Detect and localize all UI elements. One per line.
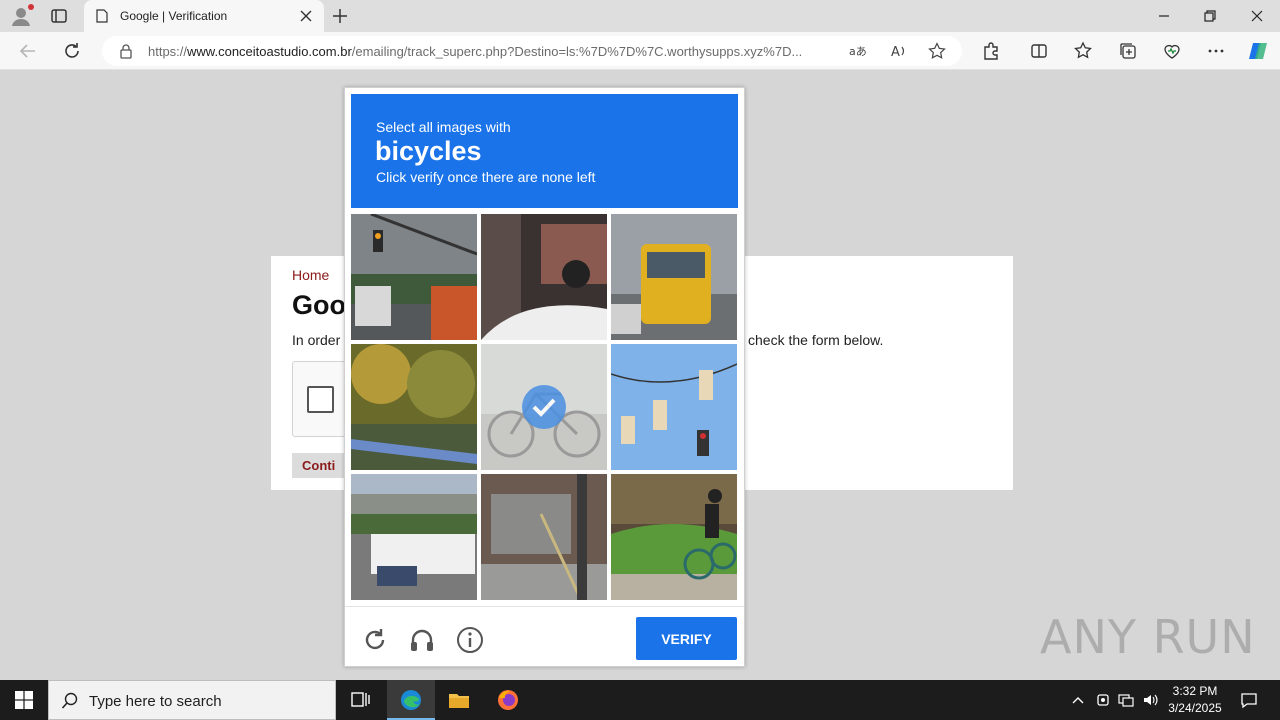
search-icon (61, 692, 78, 709)
page-title: Goo (292, 290, 346, 320)
security-tray-icon[interactable] (1095, 692, 1111, 708)
challenge-instruction: Click verify once there are none left (376, 169, 596, 185)
favorites-icon[interactable] (1074, 41, 1094, 61)
show-hidden-icons[interactable] (1070, 692, 1086, 708)
start-button[interactable] (0, 680, 48, 720)
captcha-tile-7[interactable] (351, 474, 477, 600)
volume-icon[interactable] (1142, 692, 1158, 708)
watermark-logo: ANY RUN (1040, 610, 1256, 664)
reload-icon[interactable] (361, 626, 389, 654)
selected-check-icon (522, 385, 566, 429)
active-tab[interactable]: Google | Verification (84, 0, 324, 32)
minimize-icon[interactable] (1156, 8, 1172, 24)
tab-actions-icon[interactable] (50, 7, 68, 25)
info-icon[interactable] (456, 626, 484, 654)
split-screen-icon[interactable] (1029, 41, 1049, 61)
browser-essentials-icon[interactable] (1162, 41, 1182, 61)
extensions-icon[interactable] (981, 41, 1001, 61)
taskbar-search[interactable]: Type here to search (48, 680, 336, 720)
captcha-tile-5[interactable] (481, 344, 607, 470)
copilot-icon[interactable] (1247, 40, 1269, 62)
notification-dot (28, 4, 34, 10)
firefox-icon (498, 690, 518, 710)
captcha-tile-1[interactable] (351, 214, 477, 340)
browser-toolbar: https://www.conceitoastudio.com.br/email… (0, 32, 1280, 70)
captcha-tile-3[interactable] (611, 214, 737, 340)
page-icon (96, 9, 108, 23)
file-explorer-button[interactable] (435, 680, 483, 720)
instruction-text-end: check the form below. (748, 332, 884, 348)
challenge-header: Select all images with bicycles Click ve… (351, 94, 738, 208)
challenge-prompt: Select all images with (376, 119, 511, 135)
back-icon[interactable] (18, 41, 38, 61)
clock-time: 3:32 PM (1172, 684, 1218, 698)
new-tab-icon[interactable] (332, 8, 348, 24)
folder-icon (449, 694, 469, 708)
svg-text:aあ: aあ (849, 45, 866, 58)
audio-challenge-icon[interactable] (408, 626, 436, 654)
edge-taskbar-button[interactable] (387, 680, 435, 720)
notifications-icon[interactable] (1240, 691, 1258, 709)
captcha-tile-2[interactable] (481, 214, 607, 340)
read-aloud-icon[interactable]: A (890, 42, 908, 60)
clock-date: 3/24/2025 (1168, 701, 1222, 715)
taskbar: Type here to search 3:32 PM 3/24/2025 (0, 680, 1280, 720)
task-view-icon (351, 692, 370, 707)
favorite-star-icon[interactable] (928, 42, 946, 60)
captcha-tile-9[interactable] (611, 474, 737, 600)
firefox-button[interactable] (484, 680, 532, 720)
lock-icon[interactable] (118, 43, 134, 59)
close-window-icon[interactable] (1249, 8, 1265, 24)
breadcrumb-home[interactable]: Home (292, 267, 329, 283)
windows-logo-icon (15, 691, 33, 709)
challenge-target: bicycles (375, 136, 482, 166)
network-icon[interactable] (1118, 692, 1134, 708)
more-options-icon[interactable] (1206, 41, 1226, 61)
address-bar[interactable]: https://www.conceitoastudio.com.br/email… (102, 36, 962, 66)
translate-icon[interactable]: aあ (848, 42, 866, 60)
captcha-tile-4[interactable] (351, 344, 477, 470)
restore-icon[interactable] (1202, 8, 1218, 24)
captcha-tile-6[interactable] (611, 344, 737, 470)
search-placeholder: Type here to search (89, 693, 222, 710)
footer-divider (345, 606, 744, 607)
system-clock[interactable]: 3:32 PM 3/24/2025 (1160, 683, 1230, 717)
task-view-button[interactable] (336, 680, 384, 720)
refresh-icon[interactable] (62, 41, 82, 61)
captcha-challenge: Select all images with bicycles Click ve… (344, 87, 745, 667)
recaptcha-checkbox[interactable] (307, 386, 334, 413)
svg-text:A: A (891, 45, 900, 60)
tab-bar: Google | Verification (0, 0, 1280, 32)
instruction-text-start: In order (292, 332, 341, 348)
verify-button[interactable]: VERIFY (636, 617, 737, 660)
tab-title: Google | Verification (120, 9, 228, 23)
collections-icon[interactable] (1118, 41, 1138, 61)
captcha-tile-8[interactable] (481, 474, 607, 600)
edge-icon (401, 690, 421, 710)
url-text[interactable]: https://www.conceitoastudio.com.br/email… (148, 44, 848, 59)
close-tab-icon[interactable] (300, 10, 312, 22)
